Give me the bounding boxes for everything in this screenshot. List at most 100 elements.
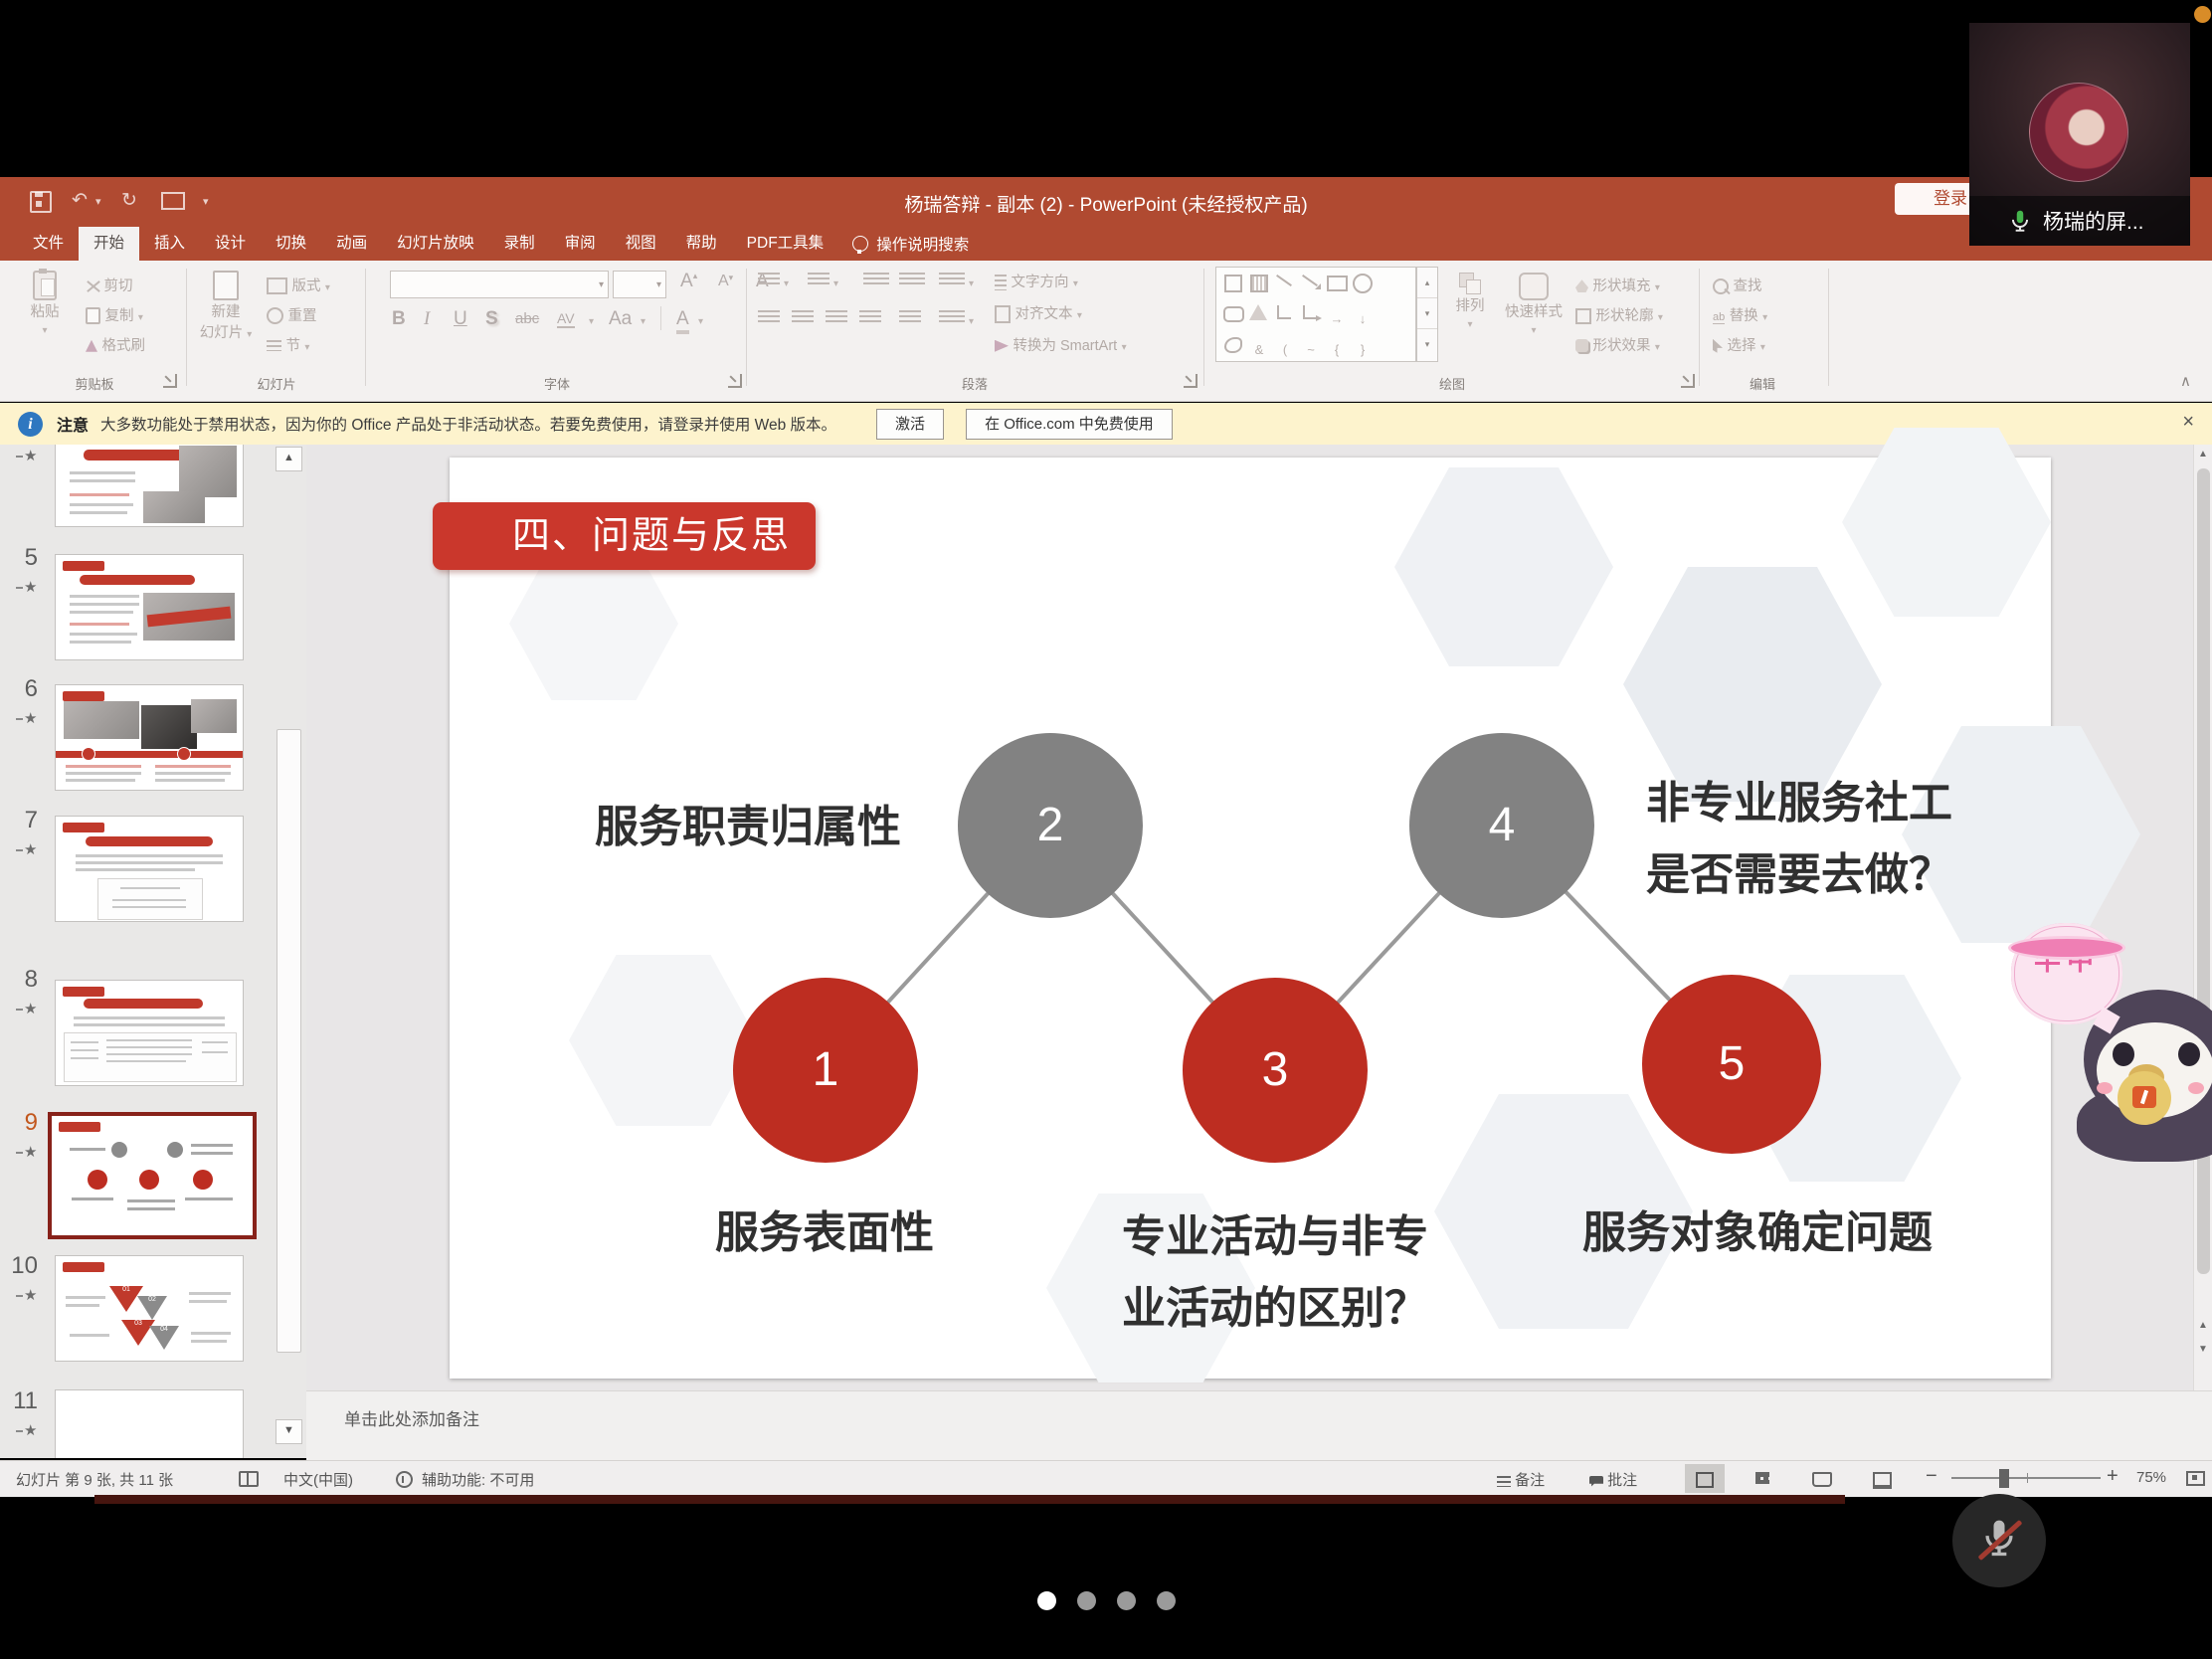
tab-design[interactable]: 设计 [200, 227, 261, 261]
strikethrough-button[interactable]: abc [515, 310, 539, 327]
collapse-ribbon-icon[interactable]: ∧ [2180, 372, 2191, 390]
change-case-dropdown-icon[interactable]: ▾ [641, 316, 645, 327]
increase-font-icon[interactable]: A▴ [680, 271, 697, 292]
align-right-icon[interactable] [826, 310, 847, 325]
tab-insert[interactable]: 插入 [139, 227, 200, 261]
slide-9-thumbnail-selected[interactable] [48, 1112, 257, 1239]
tab-view[interactable]: 视图 [611, 227, 671, 261]
tab-help[interactable]: 帮助 [671, 227, 732, 261]
gallery-up-icon[interactable]: ▴ [1417, 268, 1437, 297]
thumbnails-scroll-down-button[interactable]: ▼ [276, 1419, 302, 1444]
gallery-down-icon[interactable]: ▾ [1417, 297, 1437, 328]
columns-icon[interactable] [939, 310, 965, 325]
quick-styles-button[interactable]: 快速样式 ▾ [1500, 273, 1567, 337]
justify-icon[interactable] [859, 310, 881, 325]
use-web-button[interactable]: 在 Office.com 中免费使用 [966, 409, 1173, 440]
font-color-button[interactable]: A [676, 308, 689, 334]
copy-button[interactable]: 复制 ▾ [86, 304, 143, 325]
decrease-indent-icon[interactable] [863, 273, 889, 287]
text-direction-button[interactable]: 文字方向 ▾ [995, 271, 1078, 291]
change-case-button[interactable]: Aa [609, 308, 632, 330]
tab-pdf-tools[interactable]: PDF工具集 [732, 227, 839, 261]
diagram-node-3[interactable]: 3 [1183, 978, 1368, 1163]
pagination-dot-active[interactable] [1037, 1591, 1056, 1610]
align-center-icon[interactable] [792, 310, 814, 325]
paragraph-dialog-launcher[interactable] [1184, 374, 1198, 388]
normal-view-button[interactable] [1685, 1464, 1725, 1493]
previous-slide-icon[interactable]: ▲ [2196, 1320, 2210, 1331]
notes-pane[interactable]: 单击此处添加备注 [306, 1390, 2212, 1461]
columns-dropdown-icon[interactable]: ▾ [969, 316, 974, 327]
scroll-up-icon[interactable]: ▲ [2196, 449, 2210, 460]
tab-slideshow[interactable]: 幻灯片放映 [382, 227, 489, 261]
slide-sorter-view-button[interactable] [1743, 1464, 1782, 1493]
paste-button[interactable]: 粘贴 ▾ [14, 271, 76, 337]
diagram-node-5[interactable]: 5 [1642, 975, 1821, 1154]
drawing-dialog-launcher[interactable] [1681, 374, 1695, 388]
comments-toggle[interactable]: 批注 [1589, 1469, 1637, 1490]
bullets-dropdown-icon[interactable]: ▾ [784, 278, 789, 289]
font-dialog-launcher[interactable] [728, 374, 742, 388]
diagram-node-1[interactable]: 1 [733, 978, 918, 1163]
numbering-dropdown-icon[interactable]: ▾ [833, 278, 838, 289]
notes-toggle[interactable]: 备注 [1497, 1469, 1545, 1490]
reset-button[interactable]: 重置 [267, 304, 316, 325]
pagination-dot[interactable] [1077, 1591, 1096, 1610]
bold-button[interactable]: B [392, 308, 406, 330]
webcam-overlay[interactable]: 杨瑞的屏... [1969, 23, 2190, 246]
numbering-icon[interactable] [808, 273, 830, 287]
new-slide-button[interactable]: 新建 幻灯片 ▾ [195, 271, 257, 342]
thumbnails-scroll-up-button[interactable]: ▲ [276, 447, 302, 471]
convert-smartart-button[interactable]: 转换为 SmartArt ▾ [995, 334, 1127, 355]
line-spacing-icon[interactable] [939, 273, 965, 287]
increase-indent-icon[interactable] [899, 273, 925, 287]
character-spacing-dropdown-icon[interactable]: ▾ [589, 316, 594, 327]
diagram-node-4[interactable]: 4 [1409, 733, 1594, 918]
tab-transitions[interactable]: 切换 [261, 227, 321, 261]
zoom-slider-track[interactable] [1951, 1477, 2101, 1479]
zoom-slider-thumb[interactable] [1999, 1469, 2009, 1488]
language-indicator[interactable]: 中文(中国) [283, 1469, 353, 1490]
shape-fill-button[interactable]: 形状填充 ▾ [1575, 275, 1660, 295]
diagram-node-2[interactable]: 2 [958, 733, 1143, 918]
slide-canvas[interactable]: 四、问题与反思 1 2 3 4 5 服务职责归属性 非专业服务社工 是否需要去做… [450, 458, 2051, 1379]
italic-button[interactable]: I [424, 308, 430, 330]
align-left-icon[interactable] [758, 310, 780, 325]
text-shadow-button[interactable]: S [485, 308, 498, 330]
thumbnails-scrollbar-thumb[interactable] [276, 729, 301, 1353]
tab-review[interactable]: 审阅 [550, 227, 611, 261]
underline-button[interactable]: U [454, 308, 467, 330]
section-button[interactable]: 节 ▾ [267, 334, 309, 355]
slide-4-thumbnail[interactable] [55, 445, 244, 527]
activate-button[interactable]: 激活 [876, 409, 944, 440]
clipboard-dialog-launcher[interactable] [163, 374, 177, 388]
tell-me-search[interactable]: 操作说明搜索 [838, 227, 983, 261]
gallery-more-icon[interactable]: ▾ [1417, 328, 1437, 359]
shape-outline-button[interactable]: 形状轮廓 ▾ [1575, 304, 1663, 325]
tab-record[interactable]: 录制 [489, 227, 550, 261]
line-spacing-dropdown-icon[interactable]: ▾ [969, 278, 974, 289]
arrange-button[interactable]: 排列 ▾ [1444, 273, 1496, 331]
pagination-dot[interactable] [1117, 1591, 1136, 1610]
layout-button[interactable]: 版式 ▾ [267, 275, 330, 295]
mute-microphone-button[interactable] [1952, 1494, 2046, 1587]
slide-11-thumbnail[interactable]: THANKS [55, 1389, 244, 1458]
slide-10-thumbnail[interactable]: 01 02 03 04 [55, 1255, 244, 1362]
shape-effects-button[interactable]: 形状效果 ▾ [1575, 334, 1660, 355]
slide-7-thumbnail[interactable] [55, 816, 244, 922]
notes-placeholder[interactable]: 单击此处添加备注 [344, 1405, 479, 1430]
select-button[interactable]: 选择 ▾ [1713, 334, 1765, 355]
reading-view-button[interactable] [1802, 1464, 1842, 1493]
tab-animations[interactable]: 动画 [321, 227, 382, 261]
next-slide-icon[interactable]: ▼ [2196, 1344, 2210, 1355]
pagination-dot[interactable] [1157, 1591, 1176, 1610]
slide-8-thumbnail[interactable] [55, 980, 244, 1086]
replace-button[interactable]: ab 替换 ▾ [1713, 304, 1767, 325]
spellcheck-icon[interactable] [239, 1471, 259, 1491]
distributed-icon[interactable] [899, 310, 921, 325]
notice-close-icon[interactable]: × [2182, 411, 2194, 434]
slide-5-thumbnail[interactable] [55, 554, 244, 660]
find-button[interactable]: 查找 [1713, 275, 1761, 295]
bullets-icon[interactable] [758, 273, 780, 287]
decrease-font-icon[interactable]: A▾ [718, 273, 733, 290]
